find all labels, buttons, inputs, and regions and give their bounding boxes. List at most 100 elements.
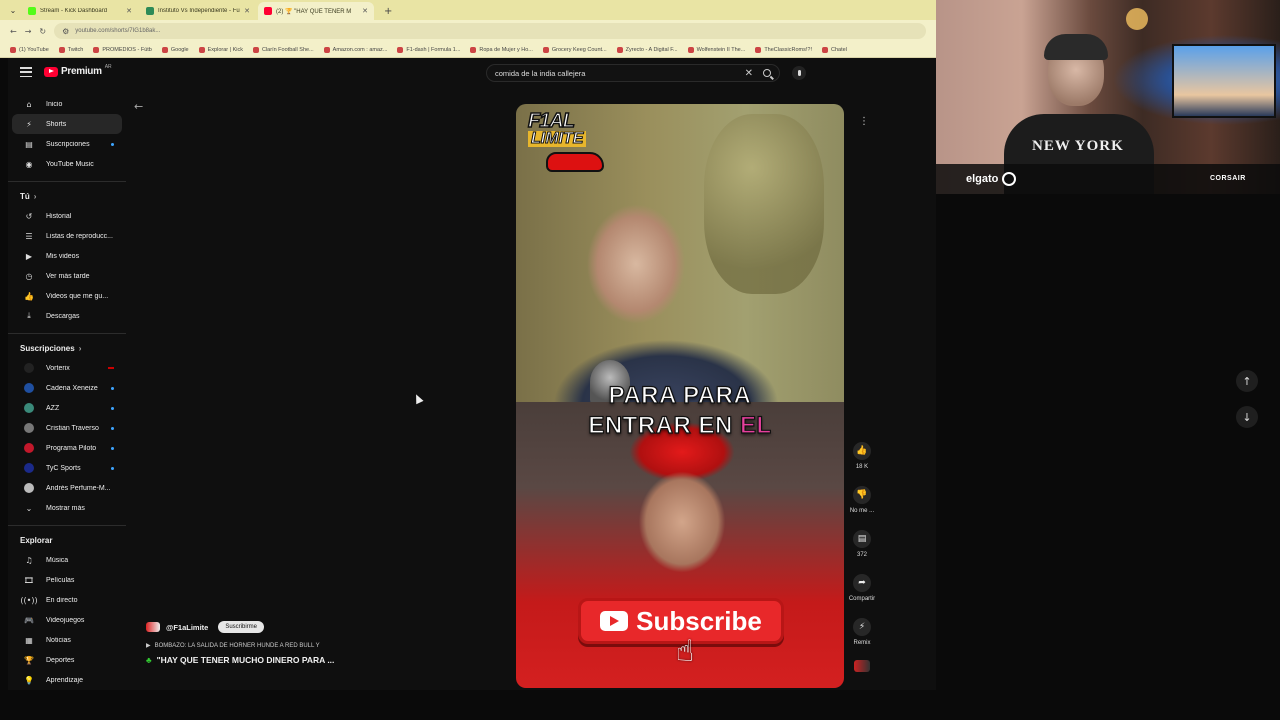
sidebar-item-videos-que-me-gu[interactable]: 👍 Videos que me gu... — [12, 286, 122, 306]
previous-short-button[interactable]: ↑ — [1236, 370, 1258, 392]
sidebar-item-videojuegos[interactable]: 🎮 Videojuegos — [12, 610, 122, 630]
section-heading-text: Suscripciones — [20, 343, 75, 353]
sidebar-item-shorts[interactable]: ⚡ Shorts — [12, 114, 122, 134]
sidebar-icon: 💡 — [24, 675, 34, 685]
channel-name[interactable]: @F1aLimite — [166, 623, 208, 632]
sidebar-item-vorterix[interactable]: Vorterix — [12, 358, 122, 378]
sidebar-item-label: Cadena Xeneize — [46, 384, 98, 392]
sidebar-item-label: Música — [46, 556, 69, 564]
sidebar-item-mis-videos[interactable]: ▶ Mis videos — [12, 246, 122, 266]
bookmark-item[interactable]: Zyrecto - A Digital F... — [616, 46, 678, 53]
linked-video[interactable]: ▶ BOMBAZO: LA SALIDA DE HORNER HUNDE A R… — [146, 642, 506, 650]
sidebar-item-películas[interactable]: 🎞 Películas — [12, 570, 122, 590]
youtube-favicon-icon — [264, 7, 272, 15]
address-bar-row: ← → ↻ ⚙ youtube.com/shorts/7IG1b8ak... — [0, 20, 936, 42]
sidebar-item-listas-de-reproducc[interactable]: ☰ Listas de reproducc... — [12, 226, 122, 246]
bookmark-favicon-icon — [542, 46, 549, 53]
sidebar-icon: ♫ — [25, 555, 33, 565]
sidebar-item-azz[interactable]: AZZ — [12, 398, 122, 418]
short-video-player[interactable]: F1AL LIMITE PARA PARA ENTRAR EN EL Subsc… — [516, 104, 844, 688]
sidebar-item-música[interactable]: ♫ Música — [12, 550, 122, 570]
comment-count: 372 — [856, 552, 867, 558]
sidebar-item-deportes[interactable]: 🏆 Deportes — [12, 650, 122, 670]
bookmark-item[interactable]: Google — [161, 46, 189, 53]
bookmark-favicon-icon — [10, 46, 16, 53]
bookmark-item[interactable]: Twitch — [58, 46, 83, 53]
voice-search-button[interactable] — [792, 66, 806, 80]
bookmark-item[interactable]: Wolfenstein II The... — [687, 46, 745, 53]
sidebar-item-label: Ver más tarde — [46, 272, 90, 280]
sidebar-item-tyc-sports[interactable]: TyC Sports — [12, 458, 122, 478]
reload-icon[interactable]: ↻ — [39, 27, 46, 36]
sidebar-item-andrés-perfume-m[interactable]: Andrés Perfume-M... — [12, 478, 122, 498]
show-more-button[interactable]: ⌄ Mostrar más — [12, 498, 122, 518]
forward-icon[interactable]: → — [25, 27, 32, 36]
tab-search-icon[interactable]: ⌄ — [6, 3, 20, 17]
browser-tab-youtube[interactable]: (2) 🏆 "HAY QUE TENER M ✕ — [258, 2, 374, 20]
browser-tab-match[interactable]: Instituto Vs Independiente - Fu ✕ — [140, 2, 256, 20]
next-short-button[interactable]: ↓ — [1236, 406, 1258, 428]
bookmark-item[interactable]: Amazon.com : amaz... — [323, 46, 387, 53]
bookmark-item[interactable]: Ropa de Mujer y Ho... — [470, 46, 533, 53]
site-info-icon[interactable]: ⚙ — [62, 27, 69, 36]
bookmark-item[interactable]: Chatel — [822, 46, 847, 53]
sidebar-item-historial[interactable]: ↺ Historial — [12, 206, 122, 226]
bookmark-item[interactable]: Explorar | Kick — [198, 46, 243, 53]
hamburger-menu-icon[interactable] — [20, 67, 32, 77]
remix-button[interactable]: ⚡ Remix — [844, 618, 880, 662]
corsair-text: CORSAIR — [1210, 175, 1246, 182]
sidebar-section-heading[interactable]: Suscripciones › — [8, 338, 126, 358]
channel-avatar[interactable] — [146, 622, 160, 632]
sidebar-item-cadena-xeneize[interactable]: Cadena Xeneize — [12, 378, 122, 398]
sidebar-item-suscripciones[interactable]: ▤ Suscripciones — [12, 134, 122, 154]
browser-tab-kick[interactable]: Stream - Kick Dashboard ✕ — [22, 2, 138, 20]
search-icon[interactable] — [763, 69, 771, 77]
back-icon[interactable]: ← — [10, 27, 17, 36]
share-label: Compartir — [848, 596, 876, 602]
sidebar-item-ver-más-tarde[interactable]: ◷ Ver más tarde — [12, 266, 122, 286]
close-tab-icon[interactable]: ✕ — [126, 7, 132, 15]
dislike-button[interactable]: 👎 No me ... — [844, 486, 880, 530]
sound-thumbnail[interactable] — [854, 660, 870, 672]
like-button[interactable]: 👍 18 K — [844, 442, 880, 486]
sidebar-item-label: YouTube Music — [46, 160, 94, 168]
comments-button[interactable]: ▤ 372 — [844, 530, 880, 574]
bookmark-item[interactable]: F1-dash | Formula 1... — [397, 46, 460, 53]
sidebar-item-inicio[interactable]: ⌂ Inicio — [12, 94, 122, 114]
bookmark-label: Chatel — [831, 46, 847, 53]
sidebar-item-descargas[interactable]: ⤓ Descargas — [12, 306, 122, 326]
bookmark-item[interactable]: Grocery Keeg Count... — [542, 46, 607, 53]
caption-highlight: EL — [739, 411, 772, 439]
search-input[interactable]: comida de la india callejera — [495, 69, 745, 78]
more-options-icon[interactable]: ⋮ — [854, 116, 874, 127]
section-heading-text: Explorar — [20, 535, 53, 545]
elgato-text: elgato — [966, 173, 999, 185]
sidebar-item-aprendizaje[interactable]: 💡 Aprendizaje — [12, 670, 122, 690]
url-field[interactable]: ⚙ youtube.com/shorts/7IG1b8ak... — [54, 23, 926, 39]
clear-search-icon[interactable]: ✕ — [745, 68, 753, 79]
bookmark-item[interactable]: TheClassicRoms!?! — [755, 46, 812, 53]
channel-avatar — [24, 483, 34, 493]
short-title[interactable]: ♣ "HAY QUE TENER MUCHO DINERO PARA ... — [146, 655, 506, 665]
elgato-logo: elgato — [966, 172, 1017, 186]
close-tab-icon[interactable]: ✕ — [362, 7, 368, 15]
sidebar-item-noticias[interactable]: ▦ Noticias — [12, 630, 122, 650]
arrow-up-icon: ↑ — [1242, 374, 1252, 388]
search-box[interactable]: comida de la india callejera ✕ — [486, 64, 780, 82]
sidebar-item-programa-piloto[interactable]: Programa Piloto — [12, 438, 122, 458]
sidebar-item-cristian-traverso[interactable]: Cristian Traverso — [12, 418, 122, 438]
channel-avatar — [24, 403, 34, 413]
share-button[interactable]: ➦ Compartir — [844, 574, 880, 618]
sidebar-item-youtube-music[interactable]: ◉ YouTube Music — [12, 154, 122, 174]
subscribe-button[interactable]: Suscribirme — [218, 621, 265, 633]
bookmark-item[interactable]: PROMEDIOS - Fútb — [93, 46, 152, 53]
close-tab-icon[interactable]: ✕ — [244, 7, 250, 15]
sidebar-section-heading[interactable]: Tú › — [8, 186, 126, 206]
bookmark-item[interactable]: Clarín Football She... — [252, 46, 314, 53]
new-tab-icon[interactable]: + — [384, 6, 392, 17]
youtube-premium-logo[interactable]: Premium AR — [44, 64, 112, 77]
sidebar-item-en-directo[interactable]: ((•)) En directo — [12, 590, 122, 610]
back-arrow-icon[interactable]: ← — [134, 100, 143, 113]
bookmark-item[interactable]: (1) YouTube — [10, 46, 49, 53]
caption-line2-text: ENTRAR EN — [588, 411, 740, 439]
